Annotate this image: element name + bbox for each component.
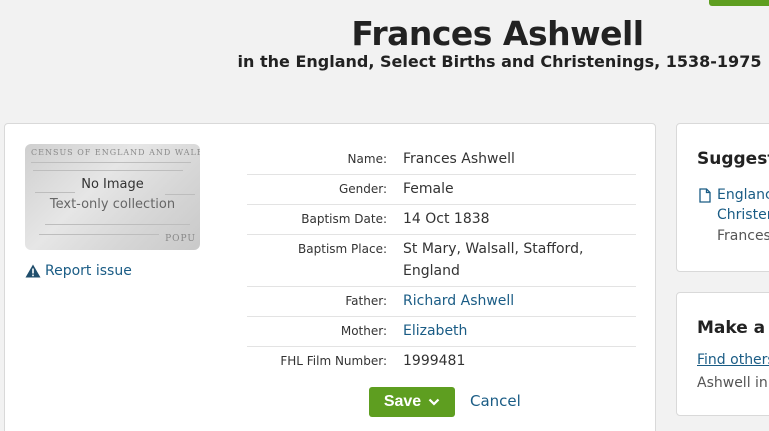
- fact-row: Baptism Date: 14 Oct 1838: [247, 205, 636, 235]
- suggested-record-link[interactable]: Englanc: [717, 187, 769, 203]
- document-icon: [699, 188, 711, 203]
- suggested-title: Suggeste: [697, 149, 769, 169]
- page-title: Frances Ashwell: [351, 14, 644, 53]
- thumbnail-doc-header: CENSUS OF ENGLAND AND WALES: [31, 148, 200, 157]
- fact-label: Mother:: [340, 324, 387, 338]
- fact-label: Father:: [345, 294, 387, 308]
- fact-label: Baptism Date:: [301, 212, 387, 226]
- suggested-records-card: Suggeste Englanc Christer Frances: [676, 123, 769, 272]
- fact-value-link[interactable]: Elizabeth: [387, 317, 636, 346]
- fact-row: Name: Frances Ashwell: [247, 145, 636, 175]
- thumbnail-doc-footer: POPU: [165, 234, 196, 244]
- fact-row: Mother: Elizabeth: [247, 317, 636, 347]
- fact-value: 14 Oct 1838: [403, 211, 490, 227]
- collection-subtitle: in the England, Select Births and Christ…: [237, 52, 762, 71]
- fact-row: Father: Richard Ashwell: [247, 287, 636, 317]
- facts-table: Name: Frances Ashwell Gender: Female Baptism…: [247, 145, 636, 376]
- fact-row: Baptism Place: St Mary, Walsall, Stafford…: [247, 235, 636, 287]
- fact-value-link[interactable]: Richard Ashwell: [387, 287, 636, 316]
- fact-value: St Mary, Walsall, Stafford, England: [403, 241, 584, 279]
- save-button-label: Save: [383, 393, 422, 410]
- report-issue-link[interactable]: Report issue: [25, 263, 132, 279]
- fact-label: Gender:: [338, 182, 387, 196]
- fact-row: FHL Film Number: 1999481: [247, 347, 636, 376]
- chevron-down-icon: [428, 398, 440, 406]
- suggested-record-link-2[interactable]: Christer: [717, 207, 769, 223]
- report-issue-label: Report issue: [45, 263, 132, 279]
- fact-value: Female: [403, 181, 454, 197]
- fact-label: FHL Film Number:: [280, 354, 387, 368]
- make-connection-title: Make a C: [697, 318, 769, 338]
- cancel-link[interactable]: Cancel: [470, 392, 521, 410]
- record-image-thumbnail[interactable]: CENSUS OF ENGLAND AND WALES POPU No Imag…: [25, 144, 200, 250]
- warning-icon: [25, 264, 41, 278]
- fact-label: Baptism Place:: [298, 242, 387, 256]
- fact-value: Frances Ashwell: [403, 151, 515, 167]
- text-only-label: Text-only collection: [49, 197, 176, 212]
- no-image-label: No Image: [81, 177, 144, 192]
- fact-label: Name:: [347, 152, 387, 166]
- find-others-link[interactable]: Find others: [697, 352, 769, 368]
- top-green-tab[interactable]: [709, 0, 769, 6]
- fact-value: 1999481: [403, 353, 466, 369]
- save-button[interactable]: Save: [369, 387, 455, 417]
- fact-row: Gender: Female: [247, 175, 636, 205]
- make-connection-text: Ashwell in: [697, 375, 768, 391]
- record-card: CENSUS OF ENGLAND AND WALES POPU No Imag…: [4, 123, 656, 431]
- make-connection-card: Make a C Find others Ashwell in: [676, 292, 769, 416]
- suggested-record-name: Frances: [717, 228, 769, 244]
